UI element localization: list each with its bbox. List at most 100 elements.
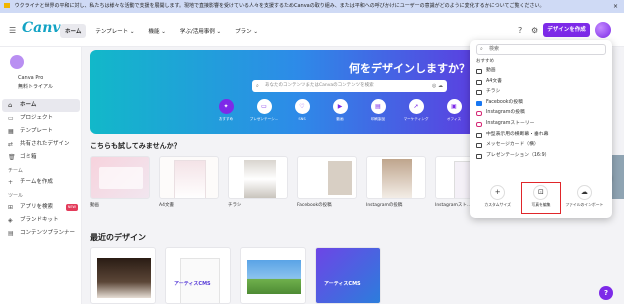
banner-close-button[interactable]: × [613,0,618,13]
marketing-icon: ➚ [408,99,424,114]
dropdown-heading: おすすめ [476,59,494,64]
card-icon [476,143,482,149]
search-icon: ⌕ [256,83,259,89]
settings-gear-icon[interactable]: ⚙ [531,26,538,35]
sidebar-item-home[interactable]: ⌂ ホーム [2,99,80,112]
sidebar-item-templates[interactable]: ▦ テンプレート [2,125,80,138]
help-button[interactable]: ? [599,286,613,300]
ukraine-flag-icon [4,3,10,8]
recent-design-card[interactable]: アーティスCMS [165,247,231,304]
template-thumbnail [228,156,288,199]
apps-icon: ⊞ [8,204,14,211]
hero-title: 何をデザインしますか？ [349,62,470,75]
template-row: 動画 A4文書 チラシ Facebookの投稿 Instagramの投稿 Ins… [90,156,495,208]
category-print[interactable]: ▤ 印刷製品 [362,99,394,122]
sparkle-icon: ✦ [218,99,234,114]
video-icon [476,69,482,74]
dropdown-item-instagram-story[interactable]: Instagramストーリー [474,119,608,130]
office-icon: ▣ [446,99,462,114]
recent-designs-title: 最近のデザイン [90,233,146,242]
dropdown-item-video[interactable]: 動画 [474,66,608,77]
red-highlight-box [520,182,561,214]
calendar-icon: ▤ [8,230,14,237]
hero-categories: ✦ おすすめ ▭ プレゼンテーシ… ♡ SNS ▶ 動画 ▤ 印刷製品 ➚ マーケティング … [210,99,470,122]
video-icon: ▶ [332,99,348,114]
category-video[interactable]: ▶ 動画 [324,99,356,122]
user-avatar[interactable] [595,22,611,38]
create-design-button[interactable]: デザインを作成 [543,23,590,37]
trial-label[interactable]: 無料トライアル [18,83,53,90]
help-circle-icon[interactable]: ? [518,26,522,35]
share-icon: ⇄ [8,141,14,148]
nav-plans[interactable]: プラン ⌄ [230,24,263,38]
hero-search-input[interactable]: ⌕ あなたのコンテンツまたはCanvaのコンテンツを検索 ◎ ☁ [252,80,447,92]
plan-name: Canva Pro [18,75,44,81]
template-thumbnail [297,156,357,199]
sidebar-item-create-team[interactable]: + チームを作成 [2,176,80,189]
template-thumbnail [90,156,150,199]
dropdown-item-facebook-post[interactable]: Facebookの投稿 [474,98,608,109]
dropdown-item-presentation[interactable]: プレゼンテーション（16:9） [474,151,608,162]
sidebar-item-apps[interactable]: ⊞ アプリを検索 NEW [2,201,80,214]
dropdown-item-instagram-post[interactable]: Instagramの投稿 [474,108,608,119]
banner-icon [476,132,482,138]
sidebar-item-projects[interactable]: ▭ プロジェクト [2,112,80,125]
tools-heading: ツール [8,193,24,199]
template-icon: ▦ [8,128,14,135]
heart-icon: ♡ [294,99,310,114]
banner-text: ウクライナと世界の平和に対し、私たちは様々な活動で支援を展開します。現地で直接影… [14,3,545,9]
sidebar-item-trash[interactable]: 🗑 ゴミ箱 [2,151,80,164]
template-card[interactable]: A4文書 [159,156,219,208]
template-card[interactable]: チラシ [228,156,288,208]
new-badge: NEW [65,204,78,211]
hamburger-menu-icon[interactable]: ☰ [9,26,16,35]
recent-designs-row: アーティスCMS アーティスCMS [90,247,381,304]
template-card[interactable]: Facebookの投稿 [297,156,357,208]
plus-icon: + [8,179,14,186]
flyer-icon [476,90,482,96]
sidebar-item-content-planner[interactable]: ▤ コンテンツプランナー [2,227,80,240]
category-sns[interactable]: ♡ SNS [286,99,318,122]
nav-features[interactable]: 機能 ⌄ [144,24,171,38]
sidebar-item-brand-kit[interactable]: ◈ ブランドキット [2,214,80,227]
dropdown-search-input[interactable]: ⌕ 検索 [476,44,606,55]
dropdown-item-banner[interactable]: 中型表示用の横断幕・垂れ幕 [474,130,608,141]
template-thumbnail [366,156,426,199]
facebook-icon [476,100,482,106]
brand-kit-icon: ◈ [8,217,13,224]
import-file-button[interactable]: ☁ ファイルのインポート [565,178,603,218]
category-office[interactable]: ▣ オフィス [438,99,470,122]
main-nav: ホーム テンプレート ⌄ 機能 ⌄ 学ぶ/活用事例 ⌄ プラン ⌄ [60,24,263,38]
nav-learn[interactable]: 学ぶ/活用事例 ⌄ [175,24,226,38]
upload-image-icon[interactable]: ◎ ☁ [432,80,443,92]
plus-icon: + [490,185,506,200]
category-presentation[interactable]: ▭ プレゼンテーシ… [248,99,280,122]
template-thumbnail [159,156,219,199]
template-card[interactable]: Instagramの投稿 [366,156,426,208]
document-icon [476,79,482,85]
edit-photo-button[interactable]: ⊡ 写真を編集 [520,178,561,218]
print-icon: ▤ [370,99,386,114]
dropdown-item-message-card[interactable]: メッセージカード（横） [474,140,608,151]
dropdown-item-flyer[interactable]: チラシ [474,87,608,98]
dropdown-item-a4[interactable]: A4文書 [474,77,608,88]
instagram-story-icon [476,121,482,127]
category-marketing[interactable]: ➚ マーケティング [400,99,432,122]
recent-design-card[interactable] [240,247,306,304]
team-heading: チーム [8,168,23,174]
sidebar-item-shared[interactable]: ⇄ 共有されたデザイン [2,138,80,151]
announcement-banner: ウクライナと世界の平和に対し、私たちは様々な活動で支援を展開します。現地で直接影… [0,0,624,13]
recent-design-card[interactable]: アーティスCMS [315,247,381,304]
nav-templates[interactable]: テンプレート ⌄ [90,24,139,38]
category-recommended[interactable]: ✦ おすすめ [210,99,242,122]
recent-design-card[interactable] [90,247,156,304]
template-card[interactable]: 動画 [90,156,150,208]
try-section-title: こちらも試してみませんか？ [90,142,181,150]
custom-size-button[interactable]: + カスタムサイズ [479,178,517,218]
team-avatar[interactable] [10,55,24,69]
create-design-dropdown: ⌕ 検索 おすすめ 動画 A4文書 チラシ Facebookの投稿 Instag… [470,40,612,218]
sidebar-list: ⌂ ホーム ▭ プロジェクト ▦ テンプレート ⇄ 共有されたデザイン 🗑 ゴミ箱 チーム… [2,99,80,240]
nav-home[interactable]: ホーム [60,24,87,38]
folder-icon: ▭ [8,115,14,122]
presentation-icon: ▭ [256,99,272,114]
